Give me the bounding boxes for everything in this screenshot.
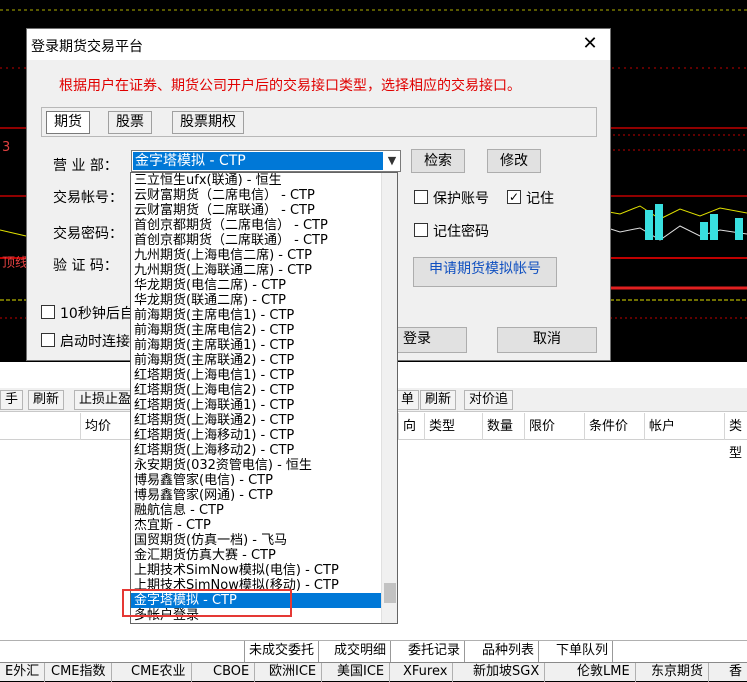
chart-label: 顶线 bbox=[2, 256, 29, 271]
protect-account-label: 保护账号 bbox=[433, 191, 489, 207]
dropdown-option[interactable]: 前海期货(主席联通1) - CTP bbox=[131, 338, 381, 353]
tab-orders[interactable]: 委托记录 bbox=[404, 641, 466, 662]
toolbar-btn-chase[interactable]: 对价追 bbox=[464, 390, 514, 410]
dropdown-option[interactable]: 博易鑫管家(电信) - CTP bbox=[131, 473, 381, 488]
dropdown-option[interactable]: 红塔期货(上海联通1) - CTP bbox=[131, 398, 381, 413]
col-cond-price[interactable]: 条件价 bbox=[584, 413, 644, 440]
account-label: 交易帐号： bbox=[53, 190, 123, 206]
verify-label: 验 证 码： bbox=[53, 258, 118, 274]
dropdown-option[interactable]: 首创京都期货（二席电信） - CTP bbox=[131, 218, 381, 233]
toolbar-btn-order[interactable]: 单 bbox=[396, 390, 420, 410]
exch-tab[interactable]: CBOE bbox=[208, 663, 256, 682]
dropdown-option[interactable]: 九州期货(上海电信二席) - CTP bbox=[131, 248, 381, 263]
dropdown-option[interactable]: 首创京都期货（二席联通） - CTP bbox=[131, 233, 381, 248]
dropdown-option[interactable]: 金汇期货仿真大赛 - CTP bbox=[131, 548, 381, 563]
volume-bar bbox=[735, 218, 743, 240]
dropdown-option[interactable]: 红塔期货(上海联通2) - CTP bbox=[131, 413, 381, 428]
dropdown-option[interactable]: 云财富期货（二席电信） - CTP bbox=[131, 188, 381, 203]
dropdown-option[interactable]: 云财富期货（二席联通） - CTP bbox=[131, 203, 381, 218]
volume-bar bbox=[700, 222, 708, 240]
highlight-box bbox=[122, 589, 292, 617]
search-button[interactable]: 检索 bbox=[411, 149, 465, 173]
dropdown-scrollbar[interactable] bbox=[381, 173, 397, 623]
apply-sim-account-button[interactable]: 申请期货模拟帐号 bbox=[413, 257, 557, 287]
connect-on-start-label: 启动时连接 bbox=[60, 334, 130, 350]
remember-label: 记住 bbox=[526, 191, 554, 207]
interface-type-group: 期货 股票 股票期权 bbox=[41, 107, 597, 137]
order-tabs: 未成交委托 成交明细 委托记录 品种列表 下单队列 bbox=[0, 640, 747, 662]
protect-account-checkbox[interactable] bbox=[414, 190, 428, 204]
auto-login-checkbox[interactable] bbox=[41, 305, 55, 319]
dropdown-option[interactable]: 红塔期货(上海移动1) - CTP bbox=[131, 428, 381, 443]
branch-select[interactable]: 金字塔模拟 - CTP ▼ bbox=[131, 150, 401, 172]
tab-pending[interactable]: 未成交委托 bbox=[244, 641, 320, 662]
chevron-down-icon[interactable]: ▼ bbox=[384, 151, 400, 171]
dropdown-option[interactable]: 华龙期货(联通二席) - CTP bbox=[131, 293, 381, 308]
exch-tab[interactable]: 东京期货 bbox=[646, 663, 710, 682]
exch-tab[interactable]: 新加坡SGX bbox=[468, 663, 546, 682]
exchange-tabs: E外汇 CME指数 CME农业 CBOE 欧洲ICE 美国ICE XFurex … bbox=[0, 662, 747, 682]
dropdown-option[interactable]: 红塔期货(上海电信1) - CTP bbox=[131, 368, 381, 383]
toolbar-btn-refresh-2[interactable]: 刷新 bbox=[420, 390, 457, 410]
dropdown-option[interactable]: 前海期货(主席联通2) - CTP bbox=[131, 353, 381, 368]
dropdown-option[interactable]: 杰宜斯 - CTP bbox=[131, 518, 381, 533]
volume-bar bbox=[710, 214, 718, 240]
dropdown-option[interactable]: 融航信息 - CTP bbox=[131, 503, 381, 518]
remember-password-label: 记住密码 bbox=[433, 224, 489, 240]
branch-dropdown[interactable]: 三立恒生ufx(联通) - 恒生 云财富期货（二席电信） - CTP 云财富期货（二… bbox=[130, 172, 398, 624]
dropdown-option[interactable]: 九州期货(上海联通二席) - CTP bbox=[131, 263, 381, 278]
dialog-hint: 根据用户在证券、期货公司开户后的交易接口类型，选择相应的交易接口。 bbox=[59, 78, 521, 94]
tab-instruments[interactable]: 品种列表 bbox=[478, 641, 540, 662]
branch-label: 营 业 部： bbox=[53, 158, 118, 174]
tab-stock-options[interactable]: 股票期权 bbox=[172, 111, 244, 134]
col-account[interactable]: 帐户 bbox=[644, 413, 724, 440]
toolbar-btn-stoploss[interactable]: 止损止盈 bbox=[74, 390, 137, 410]
tab-stocks[interactable]: 股票 bbox=[108, 111, 152, 134]
dialog-title: 登录期货交易平台 bbox=[31, 39, 143, 55]
col-limit[interactable]: 限价 bbox=[524, 413, 584, 440]
remember-password-checkbox[interactable] bbox=[414, 223, 428, 237]
scrollbar-thumb[interactable] bbox=[384, 583, 396, 603]
remember-checkbox[interactable]: ✓ bbox=[507, 190, 521, 204]
exch-tab[interactable]: E外汇 bbox=[0, 663, 46, 682]
chart-number: 3 bbox=[2, 140, 11, 155]
toolbar-btn-refresh[interactable]: 刷新 bbox=[28, 390, 65, 410]
tab-fills[interactable]: 成交明细 bbox=[330, 641, 392, 662]
dropdown-option[interactable]: 国贸期货(仿真一档) - 飞马 bbox=[131, 533, 381, 548]
volume-bar bbox=[655, 204, 663, 240]
volume-bar bbox=[645, 210, 653, 240]
connect-on-start-checkbox[interactable] bbox=[41, 333, 55, 347]
cancel-button[interactable]: 取消 bbox=[497, 327, 597, 353]
col-type-2[interactable]: 类型 bbox=[724, 413, 747, 461]
dropdown-option[interactable]: 三立恒生ufx(联通) - 恒生 bbox=[131, 173, 381, 188]
close-icon[interactable]: ✕ bbox=[577, 32, 603, 56]
toolbar-btn-hand[interactable]: 手 bbox=[0, 390, 24, 410]
dropdown-option[interactable]: 前海期货(主席电信2) - CTP bbox=[131, 323, 381, 338]
dropdown-option[interactable]: 博易鑫管家(网通) - CTP bbox=[131, 488, 381, 503]
dropdown-option[interactable]: 红塔期货(上海电信2) - CTP bbox=[131, 383, 381, 398]
dropdown-option[interactable]: 前海期货(主席电信1) - CTP bbox=[131, 308, 381, 323]
exch-tab[interactable]: 美国ICE bbox=[332, 663, 391, 682]
branch-options: 三立恒生ufx(联通) - 恒生 云财富期货（二席电信） - CTP 云财富期货（二… bbox=[131, 173, 381, 623]
dropdown-option[interactable]: 华龙期货(电信二席) - CTP bbox=[131, 278, 381, 293]
dropdown-option[interactable]: 红塔期货(上海移动2) - CTP bbox=[131, 443, 381, 458]
dialog-titlebar: 登录期货交易平台 ✕ bbox=[27, 29, 610, 60]
col-direction[interactable]: 向 bbox=[398, 413, 424, 440]
col-type[interactable]: 类型 bbox=[424, 413, 482, 440]
modify-button[interactable]: 修改 bbox=[487, 149, 541, 173]
exch-tab[interactable]: 欧洲ICE bbox=[264, 663, 323, 682]
exch-tab[interactable]: CME农业 bbox=[126, 663, 192, 682]
col-qty[interactable]: 数量 bbox=[482, 413, 524, 440]
exch-tab[interactable]: 伦敦LME bbox=[572, 663, 636, 682]
dropdown-option[interactable]: 上期技术SimNow模拟(电信) - CTP bbox=[131, 563, 381, 578]
exch-tab[interactable]: CME指数 bbox=[46, 663, 112, 682]
tab-queue[interactable]: 下单队列 bbox=[552, 641, 614, 662]
branch-select-value: 金字塔模拟 - CTP bbox=[133, 152, 383, 170]
exch-tab[interactable]: 香 bbox=[724, 663, 747, 682]
dropdown-option[interactable]: 永安期货(032资管电信) - 恒生 bbox=[131, 458, 381, 473]
password-label: 交易密码： bbox=[53, 226, 123, 242]
tab-futures[interactable]: 期货 bbox=[46, 111, 90, 134]
auto-login-label: 10秒钟后自 bbox=[60, 306, 134, 322]
exch-tab[interactable]: XFurex bbox=[398, 663, 454, 682]
